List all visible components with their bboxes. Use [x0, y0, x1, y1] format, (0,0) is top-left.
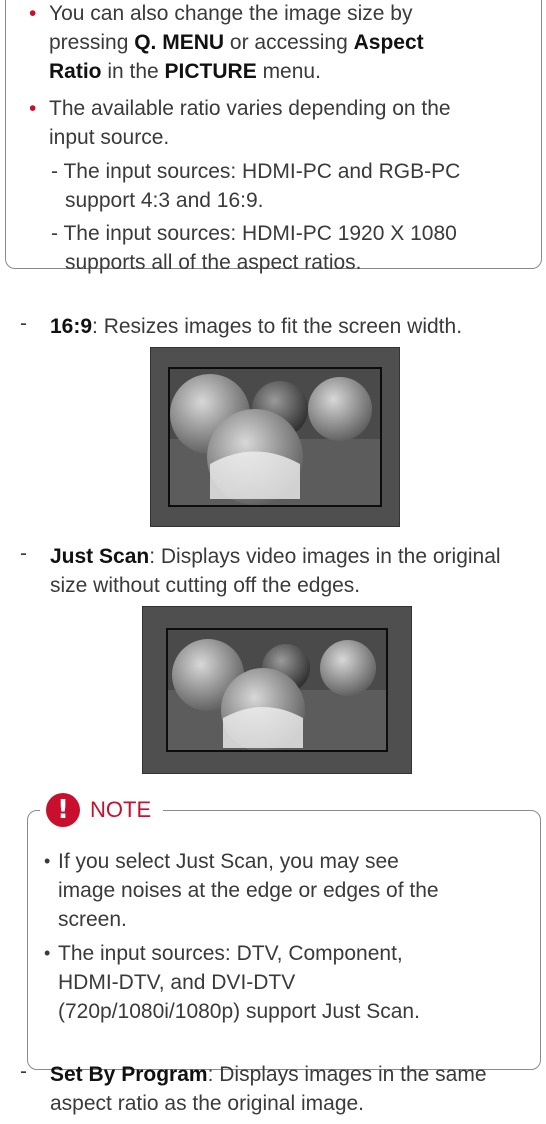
- info-box: • You can also change the image size by …: [5, 0, 542, 274]
- item-dash: -: [20, 542, 27, 565]
- info-bullet-1: • You can also change the image size by …: [29, 2, 424, 83]
- info-sub-2: - The input sources: HDMI-PC 1920 X 1080…: [51, 222, 457, 274]
- exclamation-icon: !: [46, 793, 80, 827]
- info-bullet-2: • The available ratio varies depending o…: [29, 97, 451, 149]
- item-dash: -: [20, 312, 27, 335]
- item-set-by-program: Set By Program: Displays images in the s…: [50, 1063, 487, 1115]
- item-just-scan: Just Scan: Displays video images in the …: [50, 545, 501, 597]
- note-header: ! NOTE: [40, 793, 164, 827]
- note-title: NOTE: [90, 797, 152, 822]
- item-16-9: 16:9: Resizes images to fit the screen w…: [50, 315, 463, 338]
- spheres-image: [168, 630, 386, 750]
- spheres-photo-just-scan: [142, 606, 412, 774]
- note-box: ! NOTE • If you select Just Scan, you ma…: [27, 793, 541, 1070]
- item-dash: -: [20, 1060, 27, 1083]
- note-bullet-1: • If you select Just Scan, you may see i…: [44, 850, 439, 931]
- note-bullet-2: • The input sources: DTV, Component, HDM…: [44, 942, 420, 1023]
- spheres-image: [170, 369, 380, 505]
- spheres-photo-16-9: [150, 347, 400, 527]
- info-sub-1: - The input sources: HDMI-PC and RGB-PC …: [51, 160, 461, 212]
